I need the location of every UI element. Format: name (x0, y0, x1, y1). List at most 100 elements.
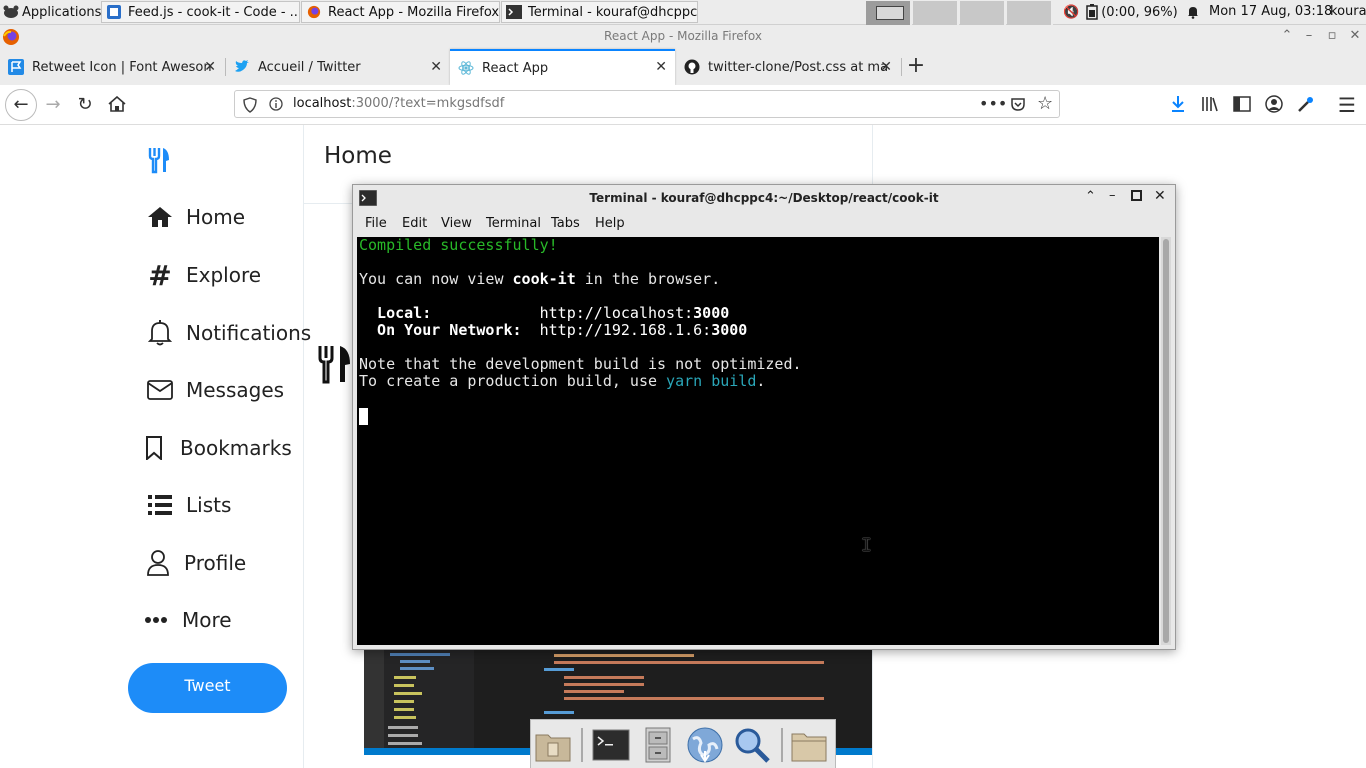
tab-react-app[interactable]: React App ✕ (450, 49, 675, 85)
eyedropper-icon[interactable] (1297, 95, 1315, 113)
terminal-shade-icon[interactable]: ⌃ (1085, 189, 1096, 204)
new-tab-plus-icon[interactable]: + (904, 54, 928, 78)
note-line-2: To create a production build, use yarn b… (359, 373, 765, 390)
sidebar-item-bookmarks[interactable]: Bookmarks (140, 435, 292, 461)
search-magnifier-icon[interactable] (732, 725, 772, 765)
pocket-icon[interactable] (1010, 96, 1026, 112)
close-icon[interactable]: ✕ (1346, 27, 1364, 45)
firefox-icon (3, 29, 19, 45)
maximize-up-icon[interactable]: ⌃ (1278, 27, 1296, 45)
file-manager-cabinet-icon[interactable] (638, 725, 678, 765)
shield-icon[interactable] (243, 97, 257, 113)
envelope-icon (146, 377, 174, 403)
close-tab-icon[interactable]: ✕ (204, 59, 216, 75)
close-tab-icon[interactable]: ✕ (880, 59, 892, 75)
list-icon (146, 492, 174, 518)
workspace-2[interactable] (913, 1, 959, 25)
hamburger-menu-icon[interactable]: ☰ (1338, 93, 1356, 117)
terminal-minimize-icon[interactable]: – (1109, 188, 1116, 203)
menu-tabs[interactable]: Tabs (551, 216, 580, 231)
network-port: 3000 (711, 321, 748, 339)
close-tab-icon[interactable]: ✕ (430, 59, 442, 75)
library-icon[interactable] (1201, 96, 1219, 112)
tab-fontawesome[interactable]: Retweet Icon | Font Aweson ✕ (0, 51, 224, 83)
user-name[interactable]: kouraf (1330, 4, 1366, 19)
home-icon[interactable] (108, 96, 126, 112)
tab-twitter[interactable]: Accueil / Twitter ✕ (226, 51, 450, 83)
tab-label: React App (482, 60, 549, 76)
info-icon[interactable] (269, 97, 283, 111)
downloads-icon[interactable] (1170, 95, 1186, 113)
menu-view[interactable]: View (441, 216, 472, 231)
terminal-icon[interactable] (591, 725, 631, 765)
system-panel: Applications ⋮ Feed.js - cook-it - Code … (0, 0, 1366, 25)
sidebar-item-messages[interactable]: Messages (146, 377, 284, 403)
reload-icon[interactable]: ↻ (70, 90, 100, 120)
workspace-3[interactable] (960, 1, 1006, 25)
web-browser-globe-icon[interactable] (685, 725, 725, 765)
forward-arrow-icon[interactable]: → (38, 90, 68, 120)
applications-label: Applications (22, 4, 102, 20)
sidebar-item-label: More (182, 608, 232, 632)
workspace-4[interactable] (1007, 1, 1053, 25)
task-terminal[interactable]: Terminal - kouraf@dhcppc... (501, 1, 698, 23)
url-text: localhost:3000/?text=mkgsdfsdf (293, 91, 504, 117)
sidebar-item-home[interactable]: Home (146, 204, 245, 230)
dock-separator (581, 728, 583, 762)
url-bar[interactable]: localhost:3000/?text=mkgsdfsdf ••• ☆ (234, 90, 1060, 118)
bookmark-icon (140, 435, 168, 461)
view-line: You can now view cook-it in the browser. (359, 271, 720, 288)
sidebar-item-notifications[interactable]: Notifications (146, 320, 311, 346)
account-icon[interactable] (1265, 95, 1283, 113)
battery-icon[interactable] (1085, 4, 1099, 20)
sidebar-item-lists[interactable]: Lists (146, 492, 231, 518)
back-arrow-icon[interactable]: ← (5, 89, 37, 121)
menu-file[interactable]: File (365, 216, 387, 231)
workspace-1[interactable] (866, 1, 912, 25)
bookmark-star-icon[interactable]: ☆ (1037, 91, 1053, 117)
bell-notifications-icon[interactable] (1186, 5, 1200, 19)
terminal-icon (506, 5, 522, 19)
local-label: Local: (359, 304, 432, 322)
sidebar-toggle-icon[interactable] (1233, 96, 1251, 112)
menu-help[interactable]: Help (595, 216, 625, 231)
terminal-output[interactable]: Compiled successfully! You can now view c… (357, 237, 1159, 645)
sidebar-item-explore[interactable]: # Explore (146, 259, 261, 292)
restore-icon[interactable]: ▫ (1323, 27, 1341, 45)
task-firefox[interactable]: React App - Mozilla Firefox (301, 1, 500, 23)
tab-github[interactable]: twitter-clone/Post.css at ma ✕ (676, 51, 900, 83)
sidebar-item-label: Notifications (186, 321, 312, 345)
network-label: On Your Network: (359, 321, 522, 339)
vscode-icon (107, 5, 121, 19)
minimize-icon[interactable]: – (1300, 27, 1318, 45)
page-actions-ellipsis-icon[interactable]: ••• (979, 91, 1007, 117)
terminal-maximize-icon[interactable] (1131, 190, 1142, 201)
terminal-scrollbar[interactable] (1161, 237, 1171, 645)
bell-icon (146, 320, 174, 346)
note2-suffix: . (756, 372, 766, 390)
local-url: http://localhost: (431, 304, 694, 322)
network-line: On Your Network: http://192.168.1.6:3000 (359, 322, 747, 339)
close-tab-icon[interactable]: ✕ (655, 59, 667, 75)
sidebar-item-label: Bookmarks (180, 436, 292, 460)
utensils-logo-icon[interactable] (148, 146, 170, 174)
volume-muted-icon[interactable]: 🔇 (1063, 5, 1079, 20)
sidebar-item-more[interactable]: More (142, 607, 232, 633)
dock (530, 719, 836, 768)
sidebar-item-profile[interactable]: Profile (144, 550, 246, 576)
terminal-close-icon[interactable]: ✕ (1154, 188, 1166, 204)
folder-icon[interactable] (789, 725, 829, 765)
menu-terminal[interactable]: Terminal (486, 216, 541, 231)
task-vscode[interactable]: Feed.js - cook-it - Code - ... (101, 1, 300, 23)
terminal-cursor (359, 408, 368, 425)
fontawesome-icon (8, 59, 24, 75)
text-cursor-icon: I (861, 535, 872, 556)
tweet-button[interactable]: Tweet (128, 663, 287, 713)
menu-edit[interactable]: Edit (402, 216, 427, 231)
terminal-window[interactable]: Terminal - kouraf@dhcppc4:~/Desktop/reac… (352, 184, 1176, 650)
clock[interactable]: Mon 17 Aug, 03:18 (1209, 4, 1332, 19)
battery-status: (0:00, 96%) (1101, 4, 1178, 20)
tab-label: twitter-clone/Post.css at ma (708, 59, 889, 75)
scrollbar-thumb[interactable] (1163, 239, 1169, 643)
show-desktop-icon[interactable] (533, 725, 573, 765)
